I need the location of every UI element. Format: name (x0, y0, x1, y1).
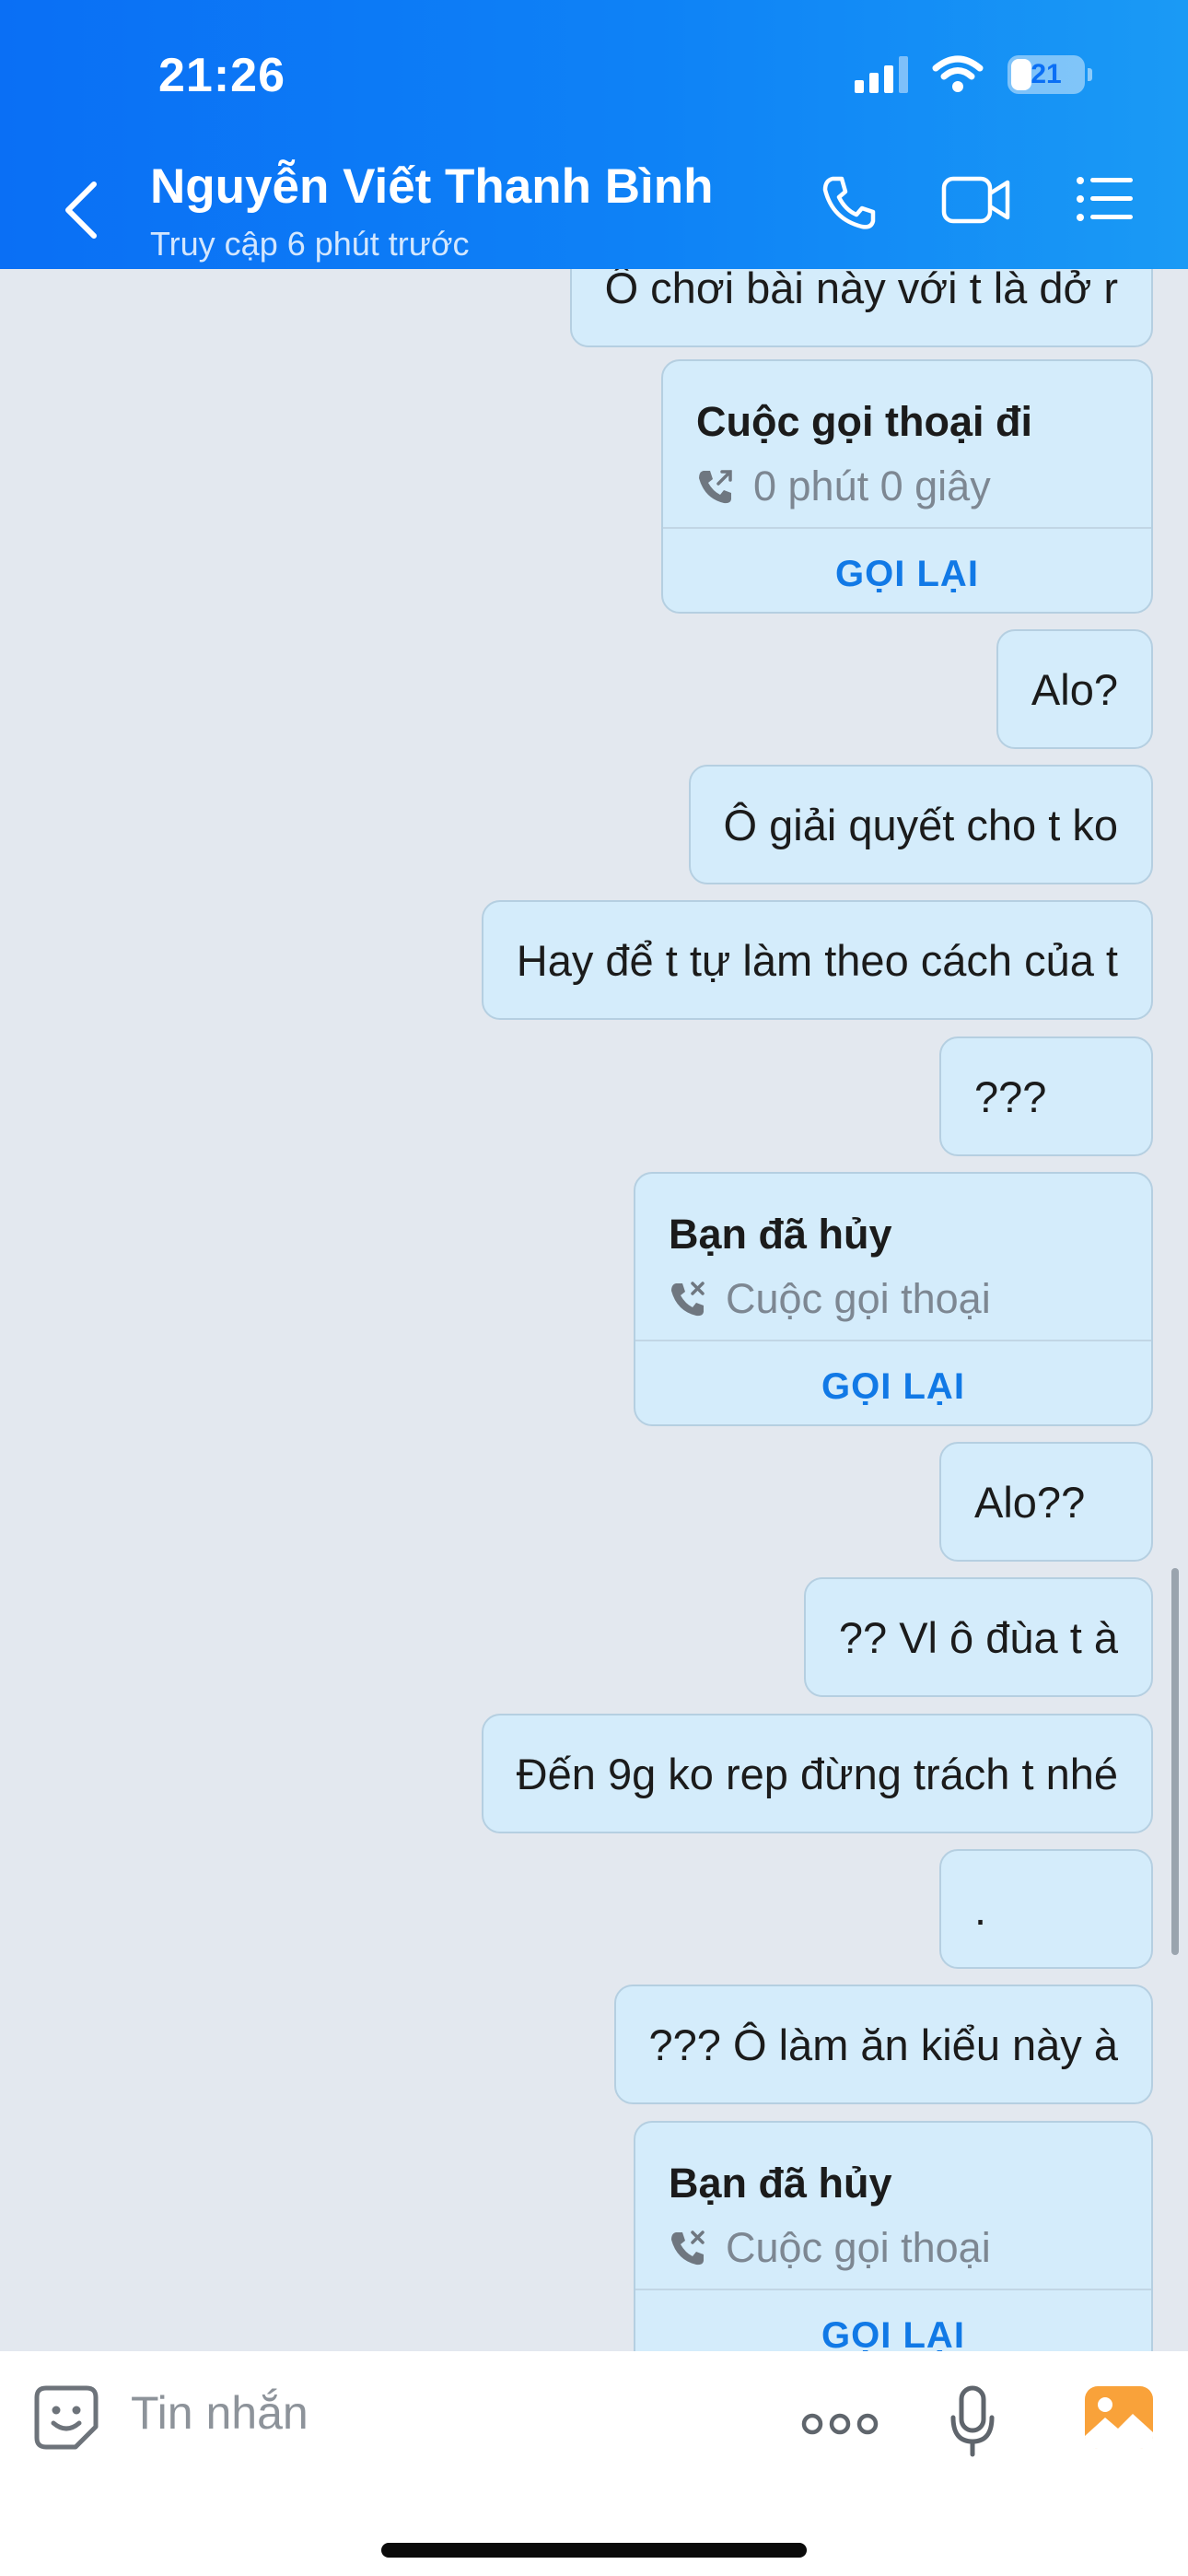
divider (663, 527, 1151, 529)
message-bubble[interactable]: Ô giải quyết cho t ko (688, 765, 1153, 884)
status-indicators: 21 (855, 55, 1092, 94)
contact-name[interactable]: Nguyễn Viết Thanh Bình (150, 158, 714, 215)
message-text: Alo? (1031, 664, 1118, 714)
image-gallery-icon[interactable] (1085, 2386, 1153, 2449)
back-icon[interactable] (55, 177, 111, 241)
message-text: ??? Ô làm ăn kiểu này à (648, 2020, 1118, 2069)
call-title: Bạn đã hủy (669, 2160, 892, 2207)
message-text: ??? (974, 1071, 1047, 1121)
call-bubble[interactable]: Cuộc gọi thoại đi 0 phút 0 giây GỌI LẠI (661, 359, 1153, 614)
message-bubble[interactable]: Alo?? (939, 1442, 1153, 1562)
battery-level: 21 (1031, 59, 1062, 89)
call-back-button[interactable]: GỌI LẠI (635, 2296, 1151, 2352)
video-call-icon[interactable] (941, 173, 1011, 227)
microphone-icon[interactable] (949, 2384, 996, 2458)
message-text: Alo?? (974, 1477, 1086, 1527)
contact-last-seen: Truy cập 6 phút trước (150, 225, 470, 263)
message-bubble[interactable]: ?? Vl ô đùa t à (803, 1577, 1153, 1697)
cancelled-call-icon (671, 1282, 705, 1317)
menu-list-icon[interactable] (1076, 173, 1135, 225)
call-details: Cuộc gọi thoại (669, 1275, 991, 1323)
message-text: . (974, 1884, 987, 1934)
message-bubble[interactable]: Hay để t tự làm theo cách của t (481, 900, 1153, 1020)
message-list[interactable]: Ô chơi bài này với t là dở r Cuộc gọi th… (0, 269, 1188, 2351)
call-back-button[interactable]: GỌI LẠI (663, 534, 1151, 614)
message-text: Ô giải quyết cho t ko (723, 800, 1118, 849)
call-subtitle: Cuộc gọi thoại (726, 1275, 991, 1322)
message-text: Hay để t tự làm theo cách của t (516, 935, 1118, 985)
message-text: Đến 9g ko rep đừng trách t nhé (516, 1749, 1118, 1798)
call-bubble[interactable]: Bạn đã hủy Cuộc gọi thoại GỌI LẠI (634, 1172, 1153, 1426)
message-text: ?? Vl ô đùa t à (838, 1612, 1118, 1662)
cellular-signal-icon (855, 56, 908, 93)
message-input-bar: Tin nhắn (0, 2351, 1188, 2576)
phone-icon[interactable] (820, 173, 879, 232)
sticker-icon[interactable] (33, 2384, 99, 2451)
call-subtitle: Cuộc gọi thoại (726, 2224, 991, 2271)
message-input[interactable]: Tin nhắn (131, 2386, 309, 2440)
cancelled-call-icon (671, 2231, 705, 2266)
call-back-button[interactable]: GỌI LẠI (635, 1347, 1151, 1426)
message-bubble[interactable]: . (939, 1849, 1153, 1969)
call-subtitle: 0 phút 0 giây (753, 463, 991, 509)
status-time: 21:26 (158, 49, 285, 102)
call-bubble[interactable]: Bạn đã hủy Cuộc gọi thoại GỌI LẠI (634, 2121, 1153, 2351)
message-bubble[interactable]: ??? Ô làm ăn kiểu này à (613, 1985, 1153, 2104)
message-bubble[interactable]: Đến 9g ko rep đừng trách t nhé (481, 1714, 1153, 1833)
message-text: Ô chơi bài này với t là dở r (604, 269, 1118, 312)
outgoing-call-icon (699, 470, 732, 504)
home-indicator[interactable] (381, 2543, 807, 2558)
call-details: Cuộc gọi thoại (669, 2224, 991, 2272)
message-bubble[interactable]: Alo? (996, 629, 1153, 749)
message-bubble[interactable]: Ô chơi bài này với t là dở r (569, 269, 1153, 347)
divider (635, 2289, 1151, 2290)
call-title: Bạn đã hủy (669, 1211, 892, 1258)
message-bubble[interactable]: ??? (939, 1036, 1153, 1156)
scrollbar[interactable] (1171, 1568, 1179, 1955)
call-details: 0 phút 0 giây (696, 463, 991, 510)
more-icon[interactable] (801, 2410, 879, 2438)
divider (635, 1340, 1151, 1341)
battery-icon: 21 (1007, 55, 1092, 94)
chat-header: 21:26 21 Nguyễn Viết Thanh Bình Truy cập… (0, 0, 1188, 269)
wifi-icon (932, 55, 984, 92)
call-title: Cuộc gọi thoại đi (696, 398, 1032, 445)
